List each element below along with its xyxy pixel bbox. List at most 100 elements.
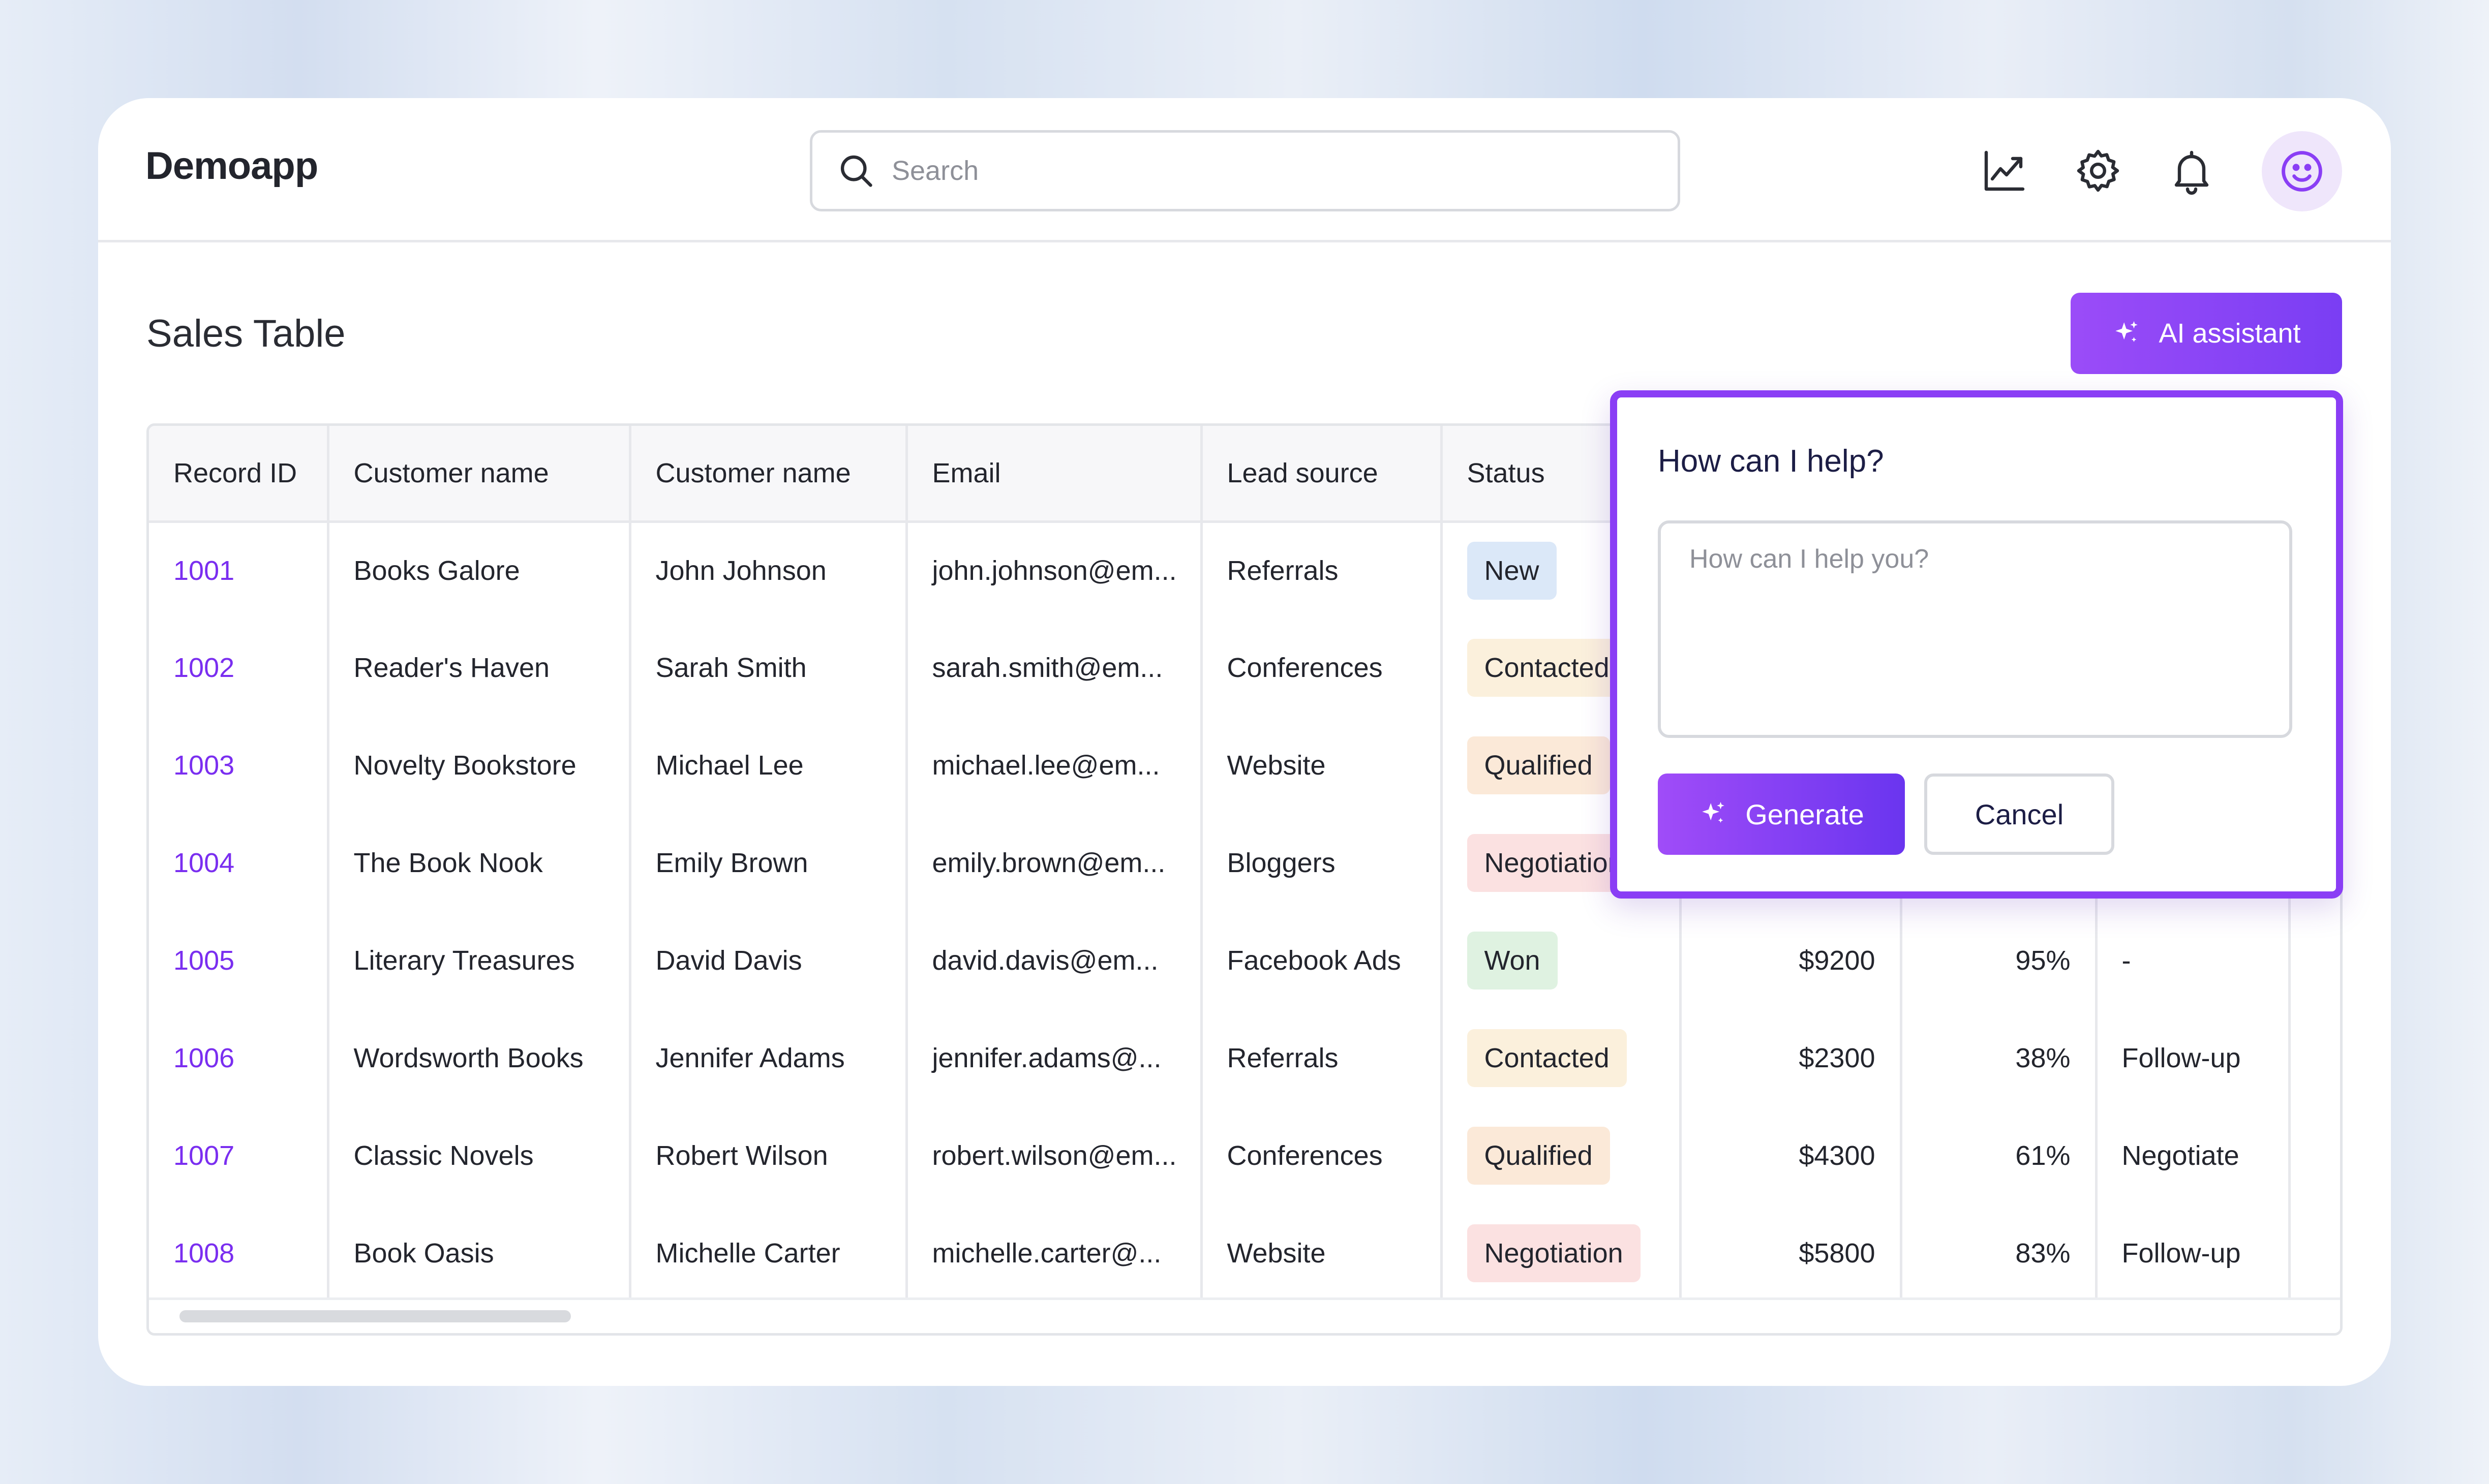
contact-name-cell: John Johnson xyxy=(630,521,908,619)
record-id-cell[interactable]: 1003 xyxy=(149,717,329,814)
avatar[interactable] xyxy=(2262,131,2342,211)
column-header-email[interactable]: Email xyxy=(906,426,1203,523)
bell-icon[interactable] xyxy=(2167,146,2216,195)
column-header-customer-name[interactable]: Customer name xyxy=(328,426,631,523)
table-row[interactable]: 1007 Classic Novels Robert Wilson robert.wi… xyxy=(149,1107,2340,1204)
column-header-record-id[interactable]: Record ID xyxy=(149,426,329,523)
extra-cell xyxy=(2289,1204,2340,1302)
lead-source-cell: Referrals xyxy=(1201,1009,1443,1107)
extra-cell xyxy=(2289,1009,2340,1107)
prompt-textarea[interactable]: How can I help you? xyxy=(1658,520,2292,738)
contact-name-cell: Jennifer Adams xyxy=(630,1009,908,1107)
table-row[interactable]: 1006 Wordsworth Books Jennifer Adams jennif… xyxy=(149,1009,2340,1107)
lead-source-cell: Facebook Ads xyxy=(1201,912,1443,1009)
scrollbar-thumb[interactable] xyxy=(179,1310,571,1322)
record-id-cell[interactable]: 1005 xyxy=(149,912,329,1009)
email-cell: john.johnson@em... xyxy=(906,521,1203,619)
generate-label: Generate xyxy=(1745,798,1864,830)
lead-source-cell: Website xyxy=(1201,1204,1443,1302)
probability-cell: 61% xyxy=(1901,1107,2098,1204)
contact-name-cell: David Davis xyxy=(630,912,908,1009)
next-step-cell: Follow-up xyxy=(2096,1009,2291,1107)
email-cell: jennifer.adams@... xyxy=(906,1009,1203,1107)
amount-cell: $5800 xyxy=(1680,1204,1902,1302)
search-input[interactable]: Search xyxy=(810,130,1680,211)
generate-button[interactable]: Generate xyxy=(1658,774,1905,855)
table-row[interactable]: 1005 Literary Treasures David Davis david.d… xyxy=(149,912,2340,1009)
search-placeholder: Search xyxy=(892,156,979,186)
amount-cell: $9200 xyxy=(1680,912,1902,1009)
company-name-cell: The Book Nook xyxy=(328,814,631,912)
company-name-cell: Wordsworth Books xyxy=(328,1009,631,1107)
contact-name-cell: Emily Brown xyxy=(630,814,908,912)
company-name-cell: Classic Novels xyxy=(328,1107,631,1204)
chart-line-icon[interactable] xyxy=(1980,146,2029,195)
amount-cell: $2300 xyxy=(1680,1009,1902,1107)
app-window: Demoapp Search Sales Table AI assistant … xyxy=(98,98,2391,1386)
status-badge: Qualified xyxy=(1467,1127,1610,1185)
column-header-customer-name-2[interactable]: Customer name xyxy=(630,426,908,523)
email-cell: robert.wilson@em... xyxy=(906,1107,1203,1204)
lead-source-cell: Referrals xyxy=(1201,521,1443,619)
record-id-cell[interactable]: 1001 xyxy=(149,521,329,619)
contact-name-cell: Michelle Carter xyxy=(630,1204,908,1302)
probability-cell: 83% xyxy=(1901,1204,2098,1302)
lead-source-cell: Conferences xyxy=(1201,1107,1443,1204)
next-step-cell: Negotiate xyxy=(2096,1107,2291,1204)
lead-source-cell: Conferences xyxy=(1201,619,1443,717)
company-name-cell: Reader's Haven xyxy=(328,619,631,717)
extra-cell xyxy=(2289,912,2340,1009)
cancel-label: Cancel xyxy=(1975,798,2064,830)
company-name-cell: Literary Treasures xyxy=(328,912,631,1009)
search-icon xyxy=(840,155,872,187)
contact-name-cell: Sarah Smith xyxy=(630,619,908,717)
email-cell: david.davis@em... xyxy=(906,912,1203,1009)
status-cell: Negotiation xyxy=(1441,1204,1682,1302)
email-cell: michael.lee@em... xyxy=(906,717,1203,814)
email-cell: sarah.smith@em... xyxy=(906,619,1203,717)
record-id-cell[interactable]: 1004 xyxy=(149,814,329,912)
status-badge: Contacted xyxy=(1467,1029,1627,1087)
table-row[interactable]: 1008 Book Oasis Michelle Carter michelle.ca… xyxy=(149,1204,2340,1302)
lead-source-cell: Bloggers xyxy=(1201,814,1443,912)
smiley-icon xyxy=(2282,151,2322,192)
amount-cell: $4300 xyxy=(1680,1107,1902,1204)
status-cell: Qualified xyxy=(1441,1107,1682,1204)
horizontal-scrollbar[interactable] xyxy=(149,1297,2340,1333)
status-badge: Qualified xyxy=(1467,736,1610,794)
record-id-cell[interactable]: 1008 xyxy=(149,1204,329,1302)
page-title: Sales Table xyxy=(146,312,346,355)
sparkle-icon xyxy=(1702,801,1724,823)
next-step-cell: Follow-up xyxy=(2096,1204,2291,1302)
cancel-button[interactable]: Cancel xyxy=(1924,774,2114,855)
popup-title: How can I help? xyxy=(1658,444,1884,479)
probability-cell: 38% xyxy=(1901,1009,2098,1107)
status-badge: New xyxy=(1467,542,1557,600)
record-id-cell[interactable]: 1006 xyxy=(149,1009,329,1107)
gear-icon[interactable] xyxy=(2074,146,2122,195)
ai-assistant-popup: How can I help? How can I help you? Gene… xyxy=(1610,390,2343,899)
company-name-cell: Book Oasis xyxy=(328,1204,631,1302)
probability-cell: 95% xyxy=(1901,912,2098,1009)
company-name-cell: Novelty Bookstore xyxy=(328,717,631,814)
sparkle-icon xyxy=(2115,321,2138,342)
status-cell: Won xyxy=(1441,912,1682,1009)
company-name-cell: Books Galore xyxy=(328,521,631,619)
column-header-lead-source[interactable]: Lead source xyxy=(1201,426,1443,523)
ai-assistant-button[interactable]: AI assistant xyxy=(2071,293,2342,374)
next-step-cell: - xyxy=(2096,912,2291,1009)
email-cell: michelle.carter@... xyxy=(906,1204,1203,1302)
status-cell: Contacted xyxy=(1441,1009,1682,1107)
extra-cell xyxy=(2289,1107,2340,1204)
record-id-cell[interactable]: 1002 xyxy=(149,619,329,717)
contact-name-cell: Michael Lee xyxy=(630,717,908,814)
record-id-cell[interactable]: 1007 xyxy=(149,1107,329,1204)
status-badge: Negotiation xyxy=(1467,1224,1641,1282)
contact-name-cell: Robert Wilson xyxy=(630,1107,908,1204)
email-cell: emily.brown@em... xyxy=(906,814,1203,912)
lead-source-cell: Website xyxy=(1201,717,1443,814)
app-logo: Demoapp xyxy=(145,144,318,188)
prompt-placeholder: How can I help you? xyxy=(1689,544,1929,574)
status-badge: Contacted xyxy=(1467,639,1627,697)
status-badge: Won xyxy=(1467,932,1558,990)
